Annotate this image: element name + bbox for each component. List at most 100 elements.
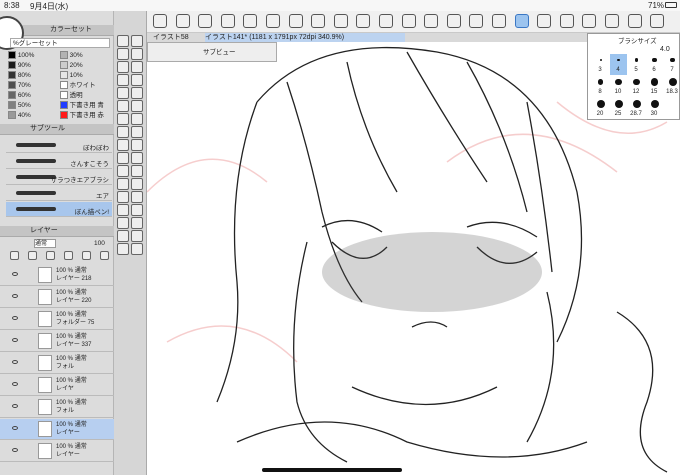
gradient-tool-icon[interactable] — [117, 165, 129, 177]
brush-size-option[interactable]: 12 — [628, 76, 645, 97]
brush-size-option[interactable]: 18.3 — [664, 76, 680, 97]
balloon-tool-icon[interactable] — [131, 204, 143, 216]
airbrush-tool-icon[interactable] — [117, 126, 129, 138]
redo-icon[interactable] — [559, 14, 574, 28]
pencil-tool-icon[interactable] — [117, 100, 129, 112]
loading-icon[interactable] — [582, 14, 597, 28]
layer-row[interactable]: 100 % 通常 レイヤー — [0, 419, 114, 440]
color-icon[interactable] — [650, 14, 665, 28]
layer-row[interactable]: 100 % 通常 レイヤ — [0, 375, 114, 396]
layer-row[interactable]: 100 % 通常 フォルダー 75 — [0, 309, 114, 330]
color-swatch[interactable] — [59, 51, 68, 60]
layer-row[interactable]: 100 % 通常 レイヤー 337 — [0, 331, 114, 352]
color-swatch[interactable] — [59, 91, 68, 100]
new-layer-icon[interactable] — [10, 251, 19, 260]
copy-layer-icon[interactable] — [82, 251, 91, 260]
layer-row[interactable]: 100 % 通常 フォル — [0, 353, 114, 374]
brush-size-option[interactable]: 30 — [646, 98, 663, 119]
fill-tool-icon[interactable] — [131, 152, 143, 164]
brush-size-option[interactable]: 7 — [664, 54, 680, 75]
snap-icon[interactable] — [514, 14, 529, 28]
eraser-tool-icon[interactable] — [117, 139, 129, 151]
color-swatch[interactable] — [8, 61, 16, 70]
brush-tool-icon[interactable] — [117, 113, 129, 125]
eyedropper-tool-icon[interactable] — [117, 74, 129, 86]
brush-size-option[interactable]: 25 — [610, 98, 627, 119]
fill-tool-icon[interactable] — [117, 152, 129, 164]
brush-tool-icon[interactable] — [131, 113, 143, 125]
merge-icon[interactable] — [64, 251, 73, 260]
layer-row[interactable]: 100 % 通常 レイヤー 220 — [0, 287, 114, 308]
save-icon[interactable] — [243, 14, 258, 28]
pencil-tool-icon[interactable] — [131, 100, 143, 112]
color-swatch[interactable] — [59, 61, 68, 70]
layer-row[interactable]: 100 % 通常 レイヤー — [0, 441, 114, 462]
color-swatch[interactable] — [8, 81, 16, 90]
eraser-tool-icon[interactable] — [131, 139, 143, 151]
selection-icon[interactable] — [311, 14, 326, 28]
lasso-tool-icon[interactable] — [117, 48, 129, 60]
zoom-icon[interactable] — [379, 14, 393, 28]
move-icon[interactable] — [356, 14, 371, 28]
pen-tool-icon[interactable] — [117, 87, 129, 99]
lasso-tool-icon[interactable] — [131, 48, 143, 60]
blend-tool-icon[interactable] — [117, 243, 129, 255]
pen-icon[interactable] — [627, 14, 642, 28]
zoom-tool-icon[interactable] — [117, 35, 129, 47]
figure-tool-icon[interactable] — [117, 178, 129, 190]
visibility-icon[interactable] — [12, 338, 18, 342]
brush-size-option[interactable]: 4 — [610, 54, 627, 75]
crop-icon[interactable] — [333, 14, 348, 28]
brush-size-option[interactable]: 15 — [646, 76, 663, 97]
visibility-icon[interactable] — [12, 426, 18, 430]
color-swatch[interactable] — [8, 101, 16, 110]
eyedropper-tool-icon[interactable] — [131, 74, 143, 86]
move-tool-icon[interactable] — [131, 61, 143, 73]
fill-icon[interactable] — [605, 14, 619, 28]
move-tool-icon[interactable] — [117, 61, 129, 73]
undo-icon[interactable] — [537, 14, 552, 28]
brush-size-option[interactable]: 8 — [592, 76, 609, 97]
pen-tool-icon[interactable] — [131, 87, 143, 99]
correct-line-tool-icon[interactable] — [131, 230, 143, 242]
text-tool-icon[interactable] — [117, 191, 129, 203]
brush-size-option[interactable]: 3 — [592, 54, 609, 75]
brush-item[interactable]: ぼわぼわ — [6, 138, 112, 153]
figure-tool-icon[interactable] — [131, 178, 143, 190]
visibility-icon[interactable] — [12, 316, 18, 320]
brush-size-option[interactable]: 10 — [610, 76, 627, 97]
balloon-tool-icon[interactable] — [117, 204, 129, 216]
color-swatch[interactable] — [8, 91, 16, 100]
brush-size-option[interactable]: 20 — [592, 98, 609, 119]
color-swatch[interactable] — [59, 101, 68, 110]
image-icon[interactable] — [424, 14, 439, 28]
ruler-tool-icon[interactable] — [117, 217, 129, 229]
brush-item[interactable]: ぼん描ペン! — [6, 202, 112, 217]
color-swatch[interactable] — [8, 111, 16, 120]
blend-tool-icon[interactable] — [131, 243, 143, 255]
new-file-icon[interactable] — [220, 14, 235, 28]
color-swatch[interactable] — [59, 81, 68, 90]
delete-layer-icon[interactable] — [100, 251, 109, 260]
layer-opacity[interactable]: 100 — [94, 239, 112, 248]
brush-size-option[interactable]: 6 — [646, 54, 663, 75]
color-swatch[interactable] — [59, 71, 68, 80]
brush-size-option[interactable]: 28.7 — [628, 98, 645, 119]
visibility-icon[interactable] — [12, 360, 18, 364]
menu-icon[interactable] — [153, 14, 167, 28]
deselect-icon[interactable] — [469, 14, 484, 28]
brush-size-option[interactable]: 5 — [628, 54, 645, 75]
layer-row[interactable]: 100 % 通常 フォル — [0, 397, 114, 418]
transform-icon[interactable] — [288, 14, 303, 28]
color-swatch[interactable] — [8, 71, 16, 80]
flip-icon[interactable] — [401, 14, 416, 28]
visibility-icon[interactable] — [12, 272, 18, 276]
correct-line-tool-icon[interactable] — [117, 230, 129, 242]
new-folder-icon[interactable] — [28, 251, 37, 260]
visibility-icon[interactable] — [12, 382, 18, 386]
select-all-icon[interactable] — [446, 14, 461, 28]
quick-access-icon[interactable] — [175, 14, 190, 28]
visibility-icon[interactable] — [12, 448, 18, 452]
open-icon[interactable] — [266, 14, 280, 28]
ruler-tool-icon[interactable] — [131, 217, 143, 229]
